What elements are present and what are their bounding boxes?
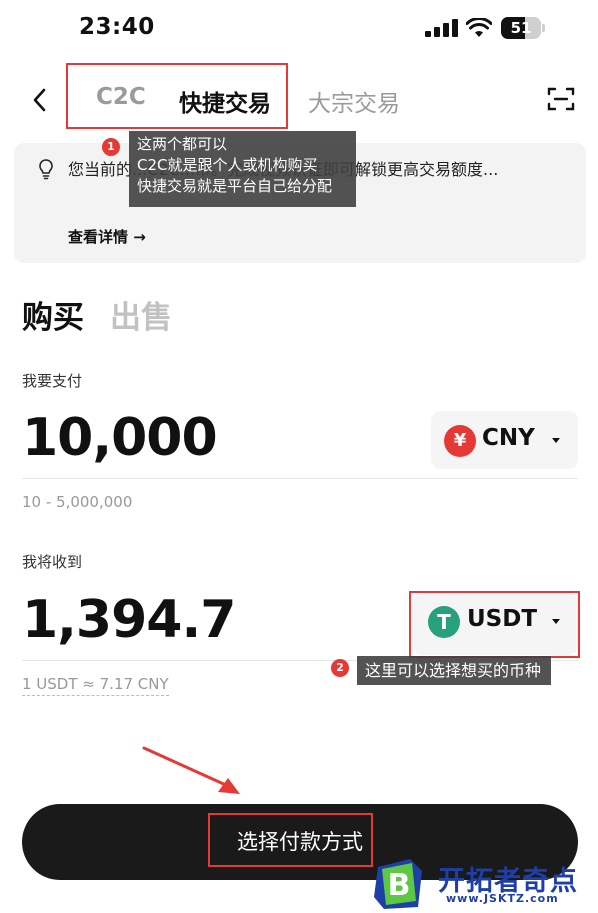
status-time: 23:40 (79, 14, 155, 40)
cellular-signal-icon (425, 19, 459, 37)
pay-amount-input[interactable]: 10,000 (22, 408, 218, 468)
tab-sell[interactable]: 出售 (110, 292, 172, 337)
annotation-arrow-icon (142, 746, 240, 794)
watermark-url: www.JSKTZ.com (446, 892, 559, 905)
exchange-rate[interactable]: 1 USDT ≈ 7.17 CNY (22, 675, 169, 696)
tab-block-trade[interactable]: 大宗交易 (308, 84, 400, 118)
watermark-logo-letter: B (388, 868, 411, 903)
pay-currency-label: CNY (482, 425, 535, 451)
view-details-link[interactable]: 查看详情 → (68, 226, 146, 247)
battery-percent: 51 (510, 19, 532, 37)
annotation-highlight-box (208, 813, 373, 867)
tooltip-line: 快捷交易就是平台自己给分配 (137, 177, 333, 195)
back-arrow-icon[interactable] (28, 86, 52, 114)
annotation-badge-2: 2 (331, 659, 349, 677)
tooltip-line: 这两个都可以 (137, 135, 228, 153)
watermark-logo-icon: B (374, 859, 422, 909)
cny-icon: ¥ (444, 425, 476, 457)
scan-icon[interactable] (547, 86, 575, 112)
wifi-icon (466, 18, 492, 37)
lightbulb-icon (39, 159, 53, 180)
divider (22, 478, 578, 479)
pay-label: 我要支付 (22, 372, 83, 390)
tooltip-line: C2C就是跟个人或机构购买 (137, 156, 318, 174)
pay-range-hint: 10 - 5,000,000 (22, 493, 133, 511)
annotation-tooltip-2: 这里可以选择想买的币种 (357, 656, 551, 685)
annotation-highlight-box (409, 591, 580, 658)
receive-label: 我将收到 (22, 553, 83, 571)
receive-amount[interactable]: 1,394.7 (22, 590, 236, 650)
caret-down-icon (552, 438, 560, 443)
annotation-highlight-box (66, 63, 288, 129)
annotation-tooltip-1: 这两个都可以 C2C就是跟个人或机构购买 快捷交易就是平台自己给分配 (129, 131, 356, 207)
annotation-badge-1: 1 (102, 138, 120, 156)
tab-buy[interactable]: 购买 (22, 292, 84, 337)
battery-nub (542, 24, 545, 32)
